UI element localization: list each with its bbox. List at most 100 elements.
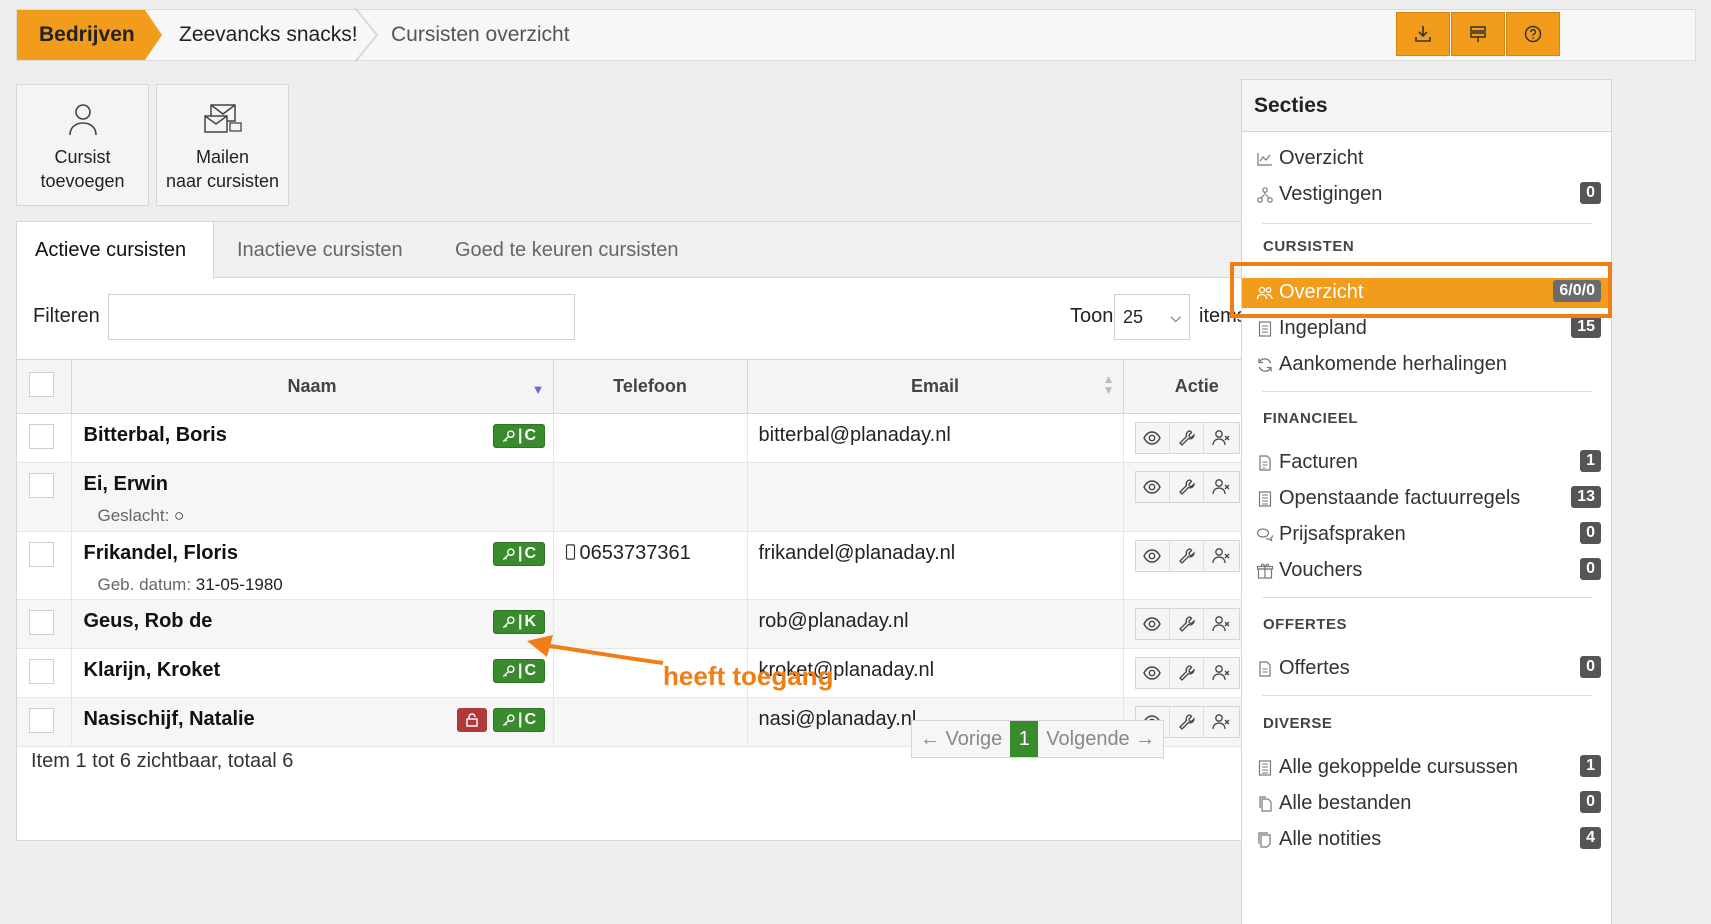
sidebar-item-aankomende-herhalingen[interactable]: Aankomende herhalingen [1242, 350, 1611, 380]
unlock-badge[interactable] [456, 708, 487, 732]
select-all-cell [17, 359, 72, 414]
badge-type: C [524, 711, 537, 728]
count-badge: 1 [1580, 755, 1601, 777]
breadcrumb-bedrijven[interactable]: Bedrijven [17, 10, 162, 60]
column-label: Naam [287, 376, 337, 396]
view-button[interactable] [1136, 423, 1170, 453]
sidebar-item-vestigingen[interactable]: Vestigingen 0 [1242, 180, 1611, 210]
tab-inactive-students[interactable]: Inactieve cursisten [237, 222, 403, 278]
student-name[interactable]: Ei, Erwin [72, 473, 553, 496]
column-header-email[interactable]: Email ▲ ▼ [747, 359, 1124, 414]
view-button[interactable] [1136, 541, 1170, 571]
wrench-icon [1178, 548, 1195, 564]
help-button[interactable] [1506, 12, 1560, 56]
breadcrumb: Bedrijven Zeevancks snacks! Cursisten ov… [16, 8, 1696, 62]
add-student-tile[interactable]: Cursist toevoegen [16, 84, 149, 206]
row-checkbox[interactable] [29, 424, 54, 449]
columns-button[interactable] [1451, 12, 1505, 56]
remove-user-icon [1212, 616, 1230, 632]
column-header-naam[interactable]: Naam ▼ [71, 359, 554, 414]
view-button[interactable] [1136, 658, 1170, 688]
sidebar-item-ingepland[interactable]: Ingepland 15 [1242, 314, 1611, 344]
tab-active-students[interactable]: Actieve cursisten [17, 222, 214, 279]
view-button[interactable] [1136, 472, 1170, 502]
student-name[interactable]: Bitterbal, Boris [72, 424, 553, 447]
gift-icon [1256, 563, 1274, 579]
next-page-button[interactable]: Volgende → [1038, 721, 1163, 757]
eye-icon [1143, 549, 1161, 563]
edit-button[interactable] [1170, 707, 1205, 737]
deactivate-button[interactable] [1204, 541, 1238, 571]
row-checkbox[interactable] [29, 708, 54, 733]
sidebar-item-label: Offertes [1279, 657, 1350, 679]
count-badge: 1 [1580, 450, 1601, 472]
sidebar-item-alle-notities[interactable]: Alle notities 4 [1242, 825, 1611, 855]
name-cell: Ei, Erwin Geslacht: ○ [71, 462, 554, 532]
sidebar-item-label: Alle gekoppelde cursussen [1279, 756, 1519, 778]
phone-cell [553, 697, 748, 747]
access-badge: | K [492, 610, 545, 634]
access-badge: | C [492, 708, 545, 732]
sidebar-item-label: Vestigingen [1279, 183, 1383, 205]
download-button[interactable] [1396, 12, 1450, 56]
wrench-icon [1178, 616, 1195, 632]
breadcrumb-current: Cursisten overzicht [391, 23, 570, 46]
row-checkbox[interactable] [29, 473, 54, 498]
sidebar-item-prijsafspraken[interactable]: Prijsafspraken 0 [1242, 520, 1611, 550]
student-name[interactable]: Klarijn, Kroket [72, 659, 553, 682]
mail-students-tile[interactable]: Mailen naar cursisten [156, 84, 289, 206]
remove-user-icon [1212, 430, 1230, 446]
sidebar-item-label: Aankomende herhalingen [1279, 353, 1507, 375]
edit-button[interactable] [1170, 472, 1205, 502]
deactivate-button[interactable] [1204, 609, 1238, 639]
remove-user-icon [1212, 479, 1230, 495]
deactivate-button[interactable] [1204, 423, 1238, 453]
refresh-icon [1258, 358, 1272, 372]
email-cell: frikandel@planaday.nl [747, 531, 1124, 600]
count-badge: 13 [1571, 486, 1601, 508]
page-1-button[interactable]: 1 [1010, 721, 1039, 757]
student-name[interactable]: Geus, Rob de [72, 610, 553, 633]
edit-button[interactable] [1170, 609, 1205, 639]
sidebar-item-alle-gekoppelde-cursussen[interactable]: Alle gekoppelde cursussen 1 [1242, 753, 1611, 783]
deactivate-button[interactable] [1204, 707, 1238, 737]
sidebar-item-label: Facturen [1279, 451, 1358, 473]
email-address: rob@planaday.nl [758, 610, 909, 632]
detail-value: ○ [174, 506, 185, 525]
row-checkbox[interactable] [29, 659, 54, 684]
count-badge: 15 [1571, 316, 1601, 338]
filter-input[interactable] [108, 294, 575, 340]
students-table: Naam ▼ Telefoon Email ▲ ▼ Actie Bitterbal, … [17, 359, 1270, 747]
student-name[interactable]: Frikandel, Floris [72, 542, 553, 565]
tab-bar: Actieve cursisten Inactieve cursisten Go… [17, 222, 1269, 279]
deactivate-button[interactable] [1204, 658, 1238, 688]
edit-button[interactable] [1170, 423, 1205, 453]
sidebar-item-overzicht[interactable]: Overzicht [1242, 144, 1611, 174]
row-checkbox[interactable] [29, 610, 54, 635]
access-badge: | C [492, 424, 545, 448]
count-badge: 0 [1580, 558, 1601, 580]
sitemap-icon [1257, 187, 1273, 203]
badge-type: C [524, 427, 537, 444]
sidebar-item-offertes[interactable]: Offertes 0 [1242, 654, 1611, 684]
download-icon [1415, 26, 1431, 42]
tab-pending-students[interactable]: Goed te keuren cursisten [455, 222, 678, 278]
sidebar-item-openstaande-factuurregels[interactable]: Openstaande factuurregels 13 [1242, 484, 1611, 514]
select-all-checkbox[interactable] [29, 371, 54, 397]
sidebar-item-vouchers[interactable]: Vouchers 0 [1242, 556, 1611, 586]
deactivate-button[interactable] [1204, 472, 1238, 502]
prev-page-button[interactable]: ← Vorige [912, 721, 1010, 757]
edit-button[interactable] [1170, 658, 1205, 688]
row-checkbox[interactable] [29, 542, 54, 567]
file-icon [1259, 661, 1271, 677]
pagesize-select[interactable]: 25 ⌵ [1114, 294, 1190, 340]
sidebar-section-title: CURSISTEN [1263, 238, 1355, 255]
sidebar-item-facturen[interactable]: Facturen 1 [1242, 448, 1611, 478]
sort-icon: ▲ ▼ [1102, 372, 1115, 397]
view-button[interactable] [1136, 609, 1170, 639]
access-badge: | C [492, 542, 545, 566]
sidebar-item-alle-bestanden[interactable]: Alle bestanden 0 [1242, 789, 1611, 819]
edit-button[interactable] [1170, 541, 1205, 571]
breadcrumb-company[interactable]: Zeevancks snacks! [179, 10, 358, 60]
student-detail: Geslacht: ○ [72, 506, 553, 526]
